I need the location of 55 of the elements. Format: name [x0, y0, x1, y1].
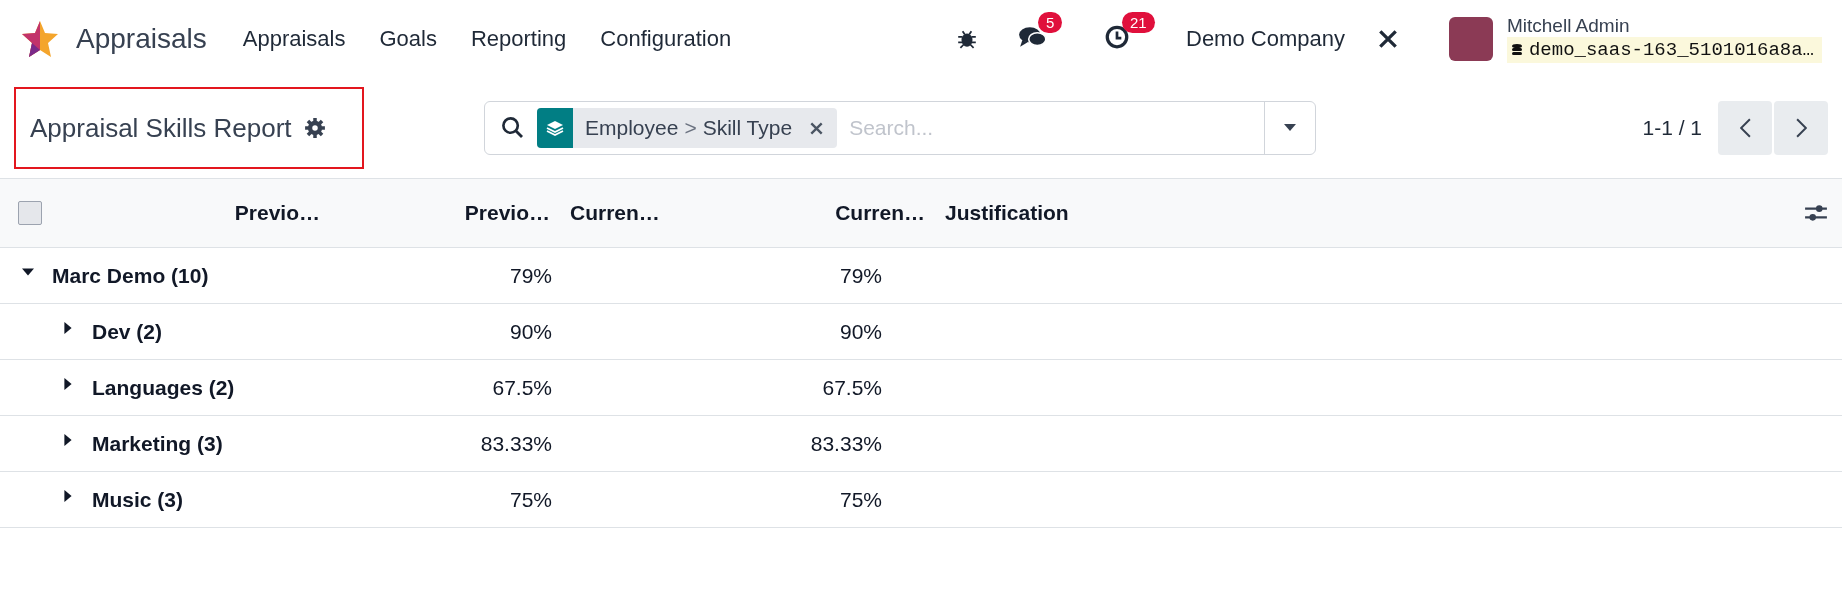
group-row[interactable]: Marketing (3) 83.33% 83.33% — [0, 416, 1842, 472]
group-row[interactable]: Music (3) 75% 75% — [0, 472, 1842, 528]
nav-menu-item[interactable]: Reporting — [470, 26, 567, 52]
app-name[interactable]: Appraisals — [76, 23, 207, 55]
sliders-icon[interactable] — [1804, 202, 1828, 224]
layers-icon — [545, 118, 565, 138]
nav-menu-item[interactable]: Appraisals — [242, 26, 346, 52]
caret-icon — [1283, 124, 1297, 132]
table-cell: 67.5% — [822, 375, 882, 399]
group-label: Languages (2) — [92, 375, 235, 400]
settings-icon[interactable] — [303, 117, 326, 139]
column-header[interactable]: Previo… — [464, 201, 550, 224]
column-header[interactable]: Justification — [945, 201, 1069, 224]
table-cell: 75% — [839, 487, 882, 511]
table-cell: 67.5% — [492, 375, 552, 399]
column-header[interactable]: Curren… — [835, 201, 925, 224]
table-cell: 83.33% — [810, 431, 882, 455]
group-label: Dev (2) — [92, 319, 163, 344]
group-row[interactable]: Languages (2) 67.5% 67.5% — [0, 360, 1842, 416]
database-name: demo_saas-163_5101016a8a… — [1528, 39, 1814, 61]
group-label: Marketing (3) — [92, 431, 223, 456]
group-by-facet[interactable]: Employee > Skill Type — [537, 108, 838, 148]
search-icon[interactable] — [501, 116, 525, 140]
page-title: Appraisal Skills Report — [30, 112, 292, 144]
search-field[interactable]: Employee > Skill Type Search... — [484, 101, 1316, 155]
table-cell: 90% — [509, 319, 552, 343]
star-logo-icon[interactable] — [20, 19, 60, 59]
select-all-checkbox[interactable] — [18, 201, 42, 225]
table-cell: 79% — [509, 263, 552, 287]
column-header[interactable]: Curren… — [570, 201, 660, 224]
user-name[interactable]: Mitchell Admin — [1506, 15, 1822, 37]
facet-separator: > — [684, 116, 697, 140]
facet-field: Employee — [585, 116, 679, 140]
table-cell: 83.33% — [480, 431, 552, 455]
nav-menu-item[interactable]: Configuration — [600, 26, 732, 52]
group-row[interactable]: Marc Demo (10) 79% 79% — [0, 248, 1842, 304]
group-label: Music (3) — [92, 487, 183, 512]
company-switcher[interactable]: Demo Company — [1186, 26, 1345, 52]
chevron-right-icon — [1795, 118, 1807, 138]
column-header[interactable]: Previo… — [234, 201, 320, 224]
table-cell: 79% — [839, 263, 882, 287]
database-icon — [1510, 43, 1523, 57]
group-label: Marc Demo (10) — [52, 263, 209, 288]
notification-badge: 5 — [1038, 12, 1063, 33]
avatar-icon[interactable] — [1448, 17, 1493, 61]
pager-value[interactable]: 1-1 / 1 — [1642, 116, 1702, 140]
close-icon[interactable] — [810, 121, 824, 135]
nav-menu-item[interactable]: Goals — [379, 26, 437, 52]
bug-icon[interactable] — [956, 28, 978, 50]
notification-badge: 21 — [1122, 12, 1155, 33]
chevron-left-icon — [1739, 118, 1751, 138]
group-row[interactable]: Dev (2) 90% 90% — [0, 304, 1842, 360]
facet-value: Skill Type — [702, 116, 793, 140]
table-cell: 75% — [509, 487, 552, 511]
table-cell: 90% — [839, 319, 882, 343]
